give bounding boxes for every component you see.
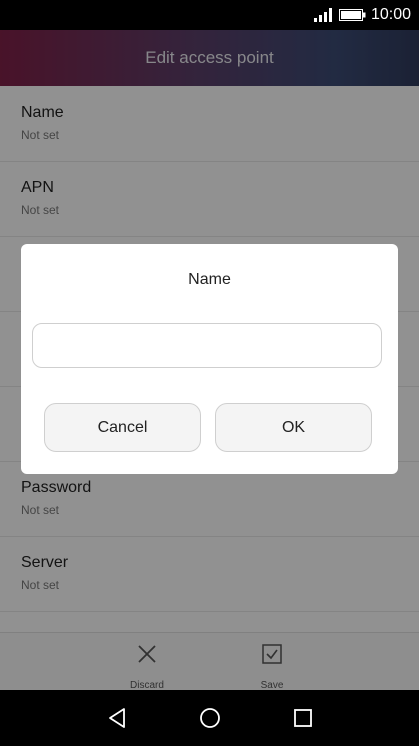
status-bar: 10:00 bbox=[0, 0, 419, 30]
cancel-button[interactable]: Cancel bbox=[44, 403, 201, 452]
home-icon[interactable] bbox=[198, 706, 222, 730]
dialog-title: Name bbox=[188, 271, 231, 288]
recents-icon[interactable] bbox=[291, 706, 315, 730]
back-icon[interactable] bbox=[105, 706, 129, 730]
signal-icon bbox=[314, 8, 332, 22]
battery-icon bbox=[339, 9, 366, 21]
navigation-bar bbox=[0, 690, 419, 746]
ok-button[interactable]: OK bbox=[215, 403, 372, 452]
status-time: 10:00 bbox=[370, 6, 411, 23]
name-input[interactable] bbox=[32, 323, 382, 368]
name-dialog: Name Cancel OK bbox=[21, 244, 398, 474]
